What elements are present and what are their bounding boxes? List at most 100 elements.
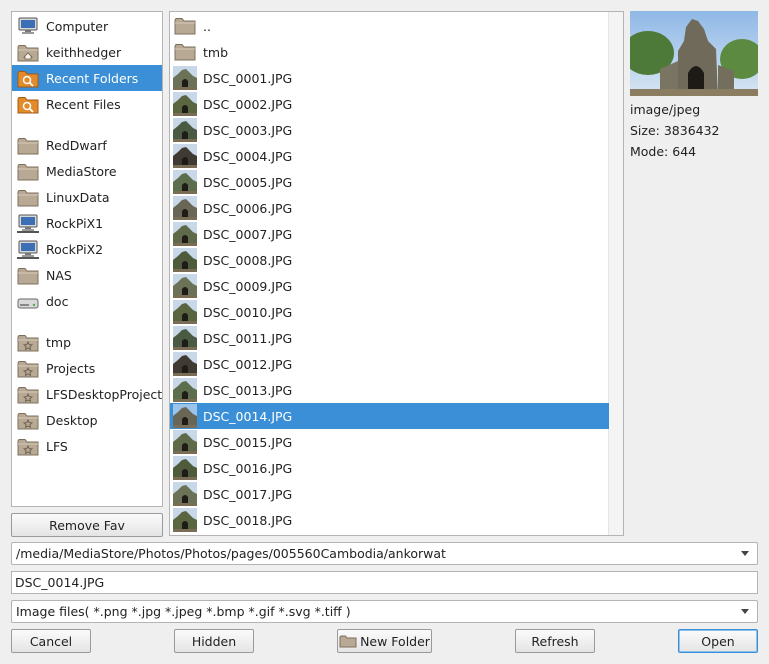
file-name: DSC_0018.JPG — [203, 512, 293, 528]
file-row[interactable]: DSC_0005.JPG — [170, 169, 609, 195]
favourite-folder-icon — [17, 413, 39, 430]
file-name: DSC_0001.JPG — [203, 70, 293, 86]
network-computer-icon — [17, 214, 39, 233]
file-row[interactable]: tmb — [170, 39, 609, 65]
image-thumbnail-icon — [173, 248, 197, 272]
image-thumbnail-icon — [173, 508, 197, 532]
home-folder-icon — [17, 45, 39, 62]
favourite-folder-icon — [17, 439, 39, 456]
folder-icon — [17, 164, 39, 181]
sidebar-item[interactable]: Computer — [12, 13, 162, 39]
filter-combo[interactable]: Image files( *.png *.jpg *.jpeg *.bmp *.… — [11, 600, 758, 623]
sidebar-item[interactable]: tmp — [12, 329, 162, 355]
file-row[interactable]: DSC_0015.JPG — [170, 429, 609, 455]
file-row[interactable]: DSC_0001.JPG — [170, 65, 609, 91]
preview-mime-type: image/jpeg — [630, 102, 701, 117]
sidebar-item[interactable]: Projects — [12, 355, 162, 381]
preview-file-mode: Mode: 644 — [630, 144, 697, 159]
sidebar-item-label: MediaStore — [46, 163, 117, 179]
sidebar-item-label: Recent Files — [46, 96, 121, 112]
file-list-scrollbar[interactable] — [608, 12, 623, 535]
sidebar-item[interactable]: Desktop — [12, 407, 162, 433]
file-name: DSC_0008.JPG — [203, 252, 293, 268]
sidebar-item[interactable]: Recent Files — [12, 91, 162, 117]
file-row[interactable]: DSC_0007.JPG — [170, 221, 609, 247]
filename-input[interactable] — [11, 571, 758, 594]
new-folder-button[interactable]: New Folder — [337, 629, 432, 653]
file-row[interactable]: .. — [170, 13, 609, 39]
favourite-folder-icon — [17, 361, 39, 378]
folder-icon — [174, 44, 196, 61]
refresh-button[interactable]: Refresh — [515, 629, 595, 653]
hidden-button[interactable]: Hidden — [174, 629, 254, 653]
sidebar-item[interactable]: keithhedger — [12, 39, 162, 65]
file-name: DSC_0009.JPG — [203, 278, 293, 294]
file-row[interactable]: DSC_0006.JPG — [170, 195, 609, 221]
cancel-button[interactable]: Cancel — [11, 629, 91, 653]
image-thumbnail-icon — [173, 456, 197, 480]
new-folder-label: New Folder — [360, 633, 430, 649]
file-row[interactable]: DSC_0002.JPG — [170, 91, 609, 117]
image-thumbnail-icon — [173, 222, 197, 246]
sidebar-item[interactable]: LFSDesktopProject — [12, 381, 162, 407]
open-button[interactable]: Open — [678, 629, 758, 653]
preview-file-size: Size: 3836432 — [630, 123, 720, 138]
file-row[interactable]: DSC_0014.JPG — [170, 403, 609, 429]
file-name: DSC_0005.JPG — [203, 174, 293, 190]
sidebar-item-label: doc — [46, 293, 69, 309]
file-row[interactable]: DSC_0004.JPG — [170, 143, 609, 169]
file-name: DSC_0012.JPG — [203, 356, 293, 372]
file-name: .. — [203, 18, 211, 34]
image-preview — [630, 11, 758, 96]
image-thumbnail-icon — [173, 482, 197, 506]
sidebar-item-label: LinuxData — [46, 189, 110, 205]
sidebar-item[interactable]: doc — [12, 288, 162, 314]
file-row[interactable]: DSC_0017.JPG — [170, 481, 609, 507]
path-combo[interactable]: /media/MediaStore/Photos/Photos/pages/00… — [11, 542, 758, 565]
file-name: DSC_0015.JPG — [203, 434, 293, 450]
image-thumbnail-icon — [173, 300, 197, 324]
folder-icon — [174, 18, 196, 35]
sidebar-item-label: RockPiX1 — [46, 215, 104, 231]
file-name: DSC_0017.JPG — [203, 486, 293, 502]
file-row[interactable]: DSC_0018.JPG — [170, 507, 609, 533]
sidebar-item[interactable]: LFS — [12, 433, 162, 459]
dropdown-arrow-icon[interactable] — [741, 551, 749, 556]
file-row[interactable]: DSC_0012.JPG — [170, 351, 609, 377]
sidebar-item[interactable]: LinuxData — [12, 184, 162, 210]
recent-files-icon — [17, 97, 39, 114]
image-thumbnail-icon — [173, 326, 197, 350]
sidebar-item[interactable]: RedDwarf — [12, 132, 162, 158]
folder-icon — [17, 268, 39, 285]
file-name: DSC_0011.JPG — [203, 330, 293, 346]
filter-value: Image files( *.png *.jpg *.jpeg *.bmp *.… — [16, 604, 351, 619]
sidebar-item-label: LFS — [46, 438, 68, 454]
file-name: DSC_0016.JPG — [203, 460, 293, 476]
favourite-folder-icon — [17, 387, 39, 404]
image-thumbnail-icon — [173, 378, 197, 402]
file-row[interactable]: DSC_0010.JPG — [170, 299, 609, 325]
file-row[interactable]: DSC_0003.JPG — [170, 117, 609, 143]
sidebar-item[interactable]: MediaStore — [12, 158, 162, 184]
file-row[interactable]: DSC_0016.JPG — [170, 455, 609, 481]
remove-fav-button[interactable]: Remove Fav — [11, 513, 163, 537]
image-thumbnail-icon — [173, 118, 197, 142]
image-thumbnail-icon — [173, 404, 197, 428]
path-value: /media/MediaStore/Photos/Photos/pages/00… — [16, 546, 446, 561]
file-row[interactable]: DSC_0011.JPG — [170, 325, 609, 351]
sidebar-item-label: RedDwarf — [46, 137, 107, 153]
file-name: DSC_0004.JPG — [203, 148, 293, 164]
file-row[interactable]: DSC_0009.JPG — [170, 273, 609, 299]
file-list: .. tmb DSC_0001.JPG DSC_0002.JPG DSC_0003.JP… — [169, 11, 624, 536]
sidebar-item-label: NAS — [46, 267, 72, 283]
image-thumbnail-icon — [173, 352, 197, 376]
sidebar-item[interactable]: RockPiX2 — [12, 236, 162, 262]
sidebar-item[interactable]: Recent Folders — [12, 65, 162, 91]
file-row[interactable]: DSC_0013.JPG — [170, 377, 609, 403]
dropdown-arrow-icon[interactable] — [741, 609, 749, 614]
computer-icon — [18, 17, 38, 34]
sidebar-item[interactable]: NAS — [12, 262, 162, 288]
sidebar-item[interactable]: RockPiX1 — [12, 210, 162, 236]
file-name: DSC_0014.JPG — [203, 408, 293, 424]
file-row[interactable]: DSC_0008.JPG — [170, 247, 609, 273]
